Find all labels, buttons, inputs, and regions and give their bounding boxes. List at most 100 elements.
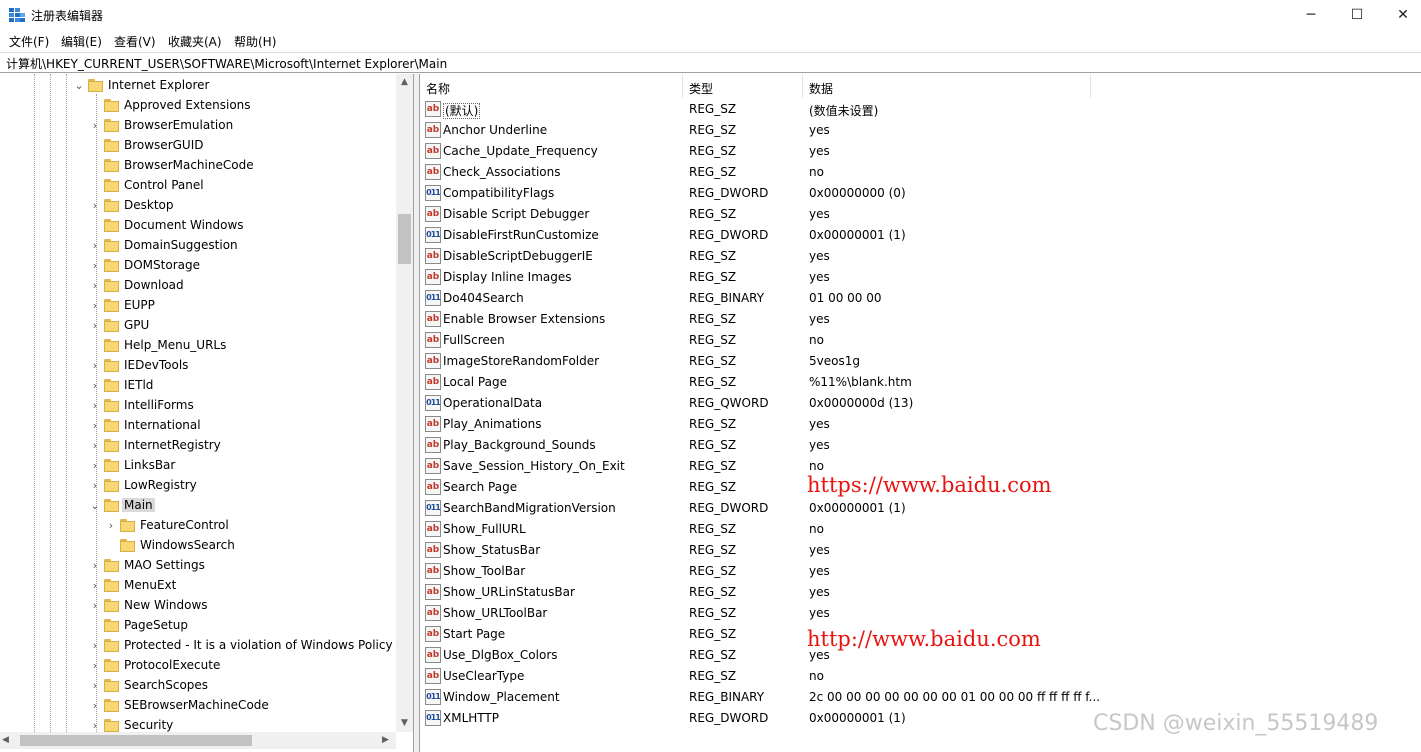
tree-item[interactable]: › LinksBar: [0, 456, 396, 476]
scroll-left-icon[interactable]: ◀: [2, 732, 16, 749]
value-row[interactable]: 011 OperationalData REG_QWORD 0x0000000d (1…: [420, 393, 1421, 414]
value-row[interactable]: ab Play_Animations REG_SZ yes: [420, 414, 1421, 435]
tree-item[interactable]: Help_Menu_URLs: [0, 336, 396, 356]
tree-vertical-scrollbar[interactable]: ▲ ▼: [396, 74, 413, 732]
chevron-right-icon[interactable]: ›: [90, 279, 100, 293]
tree-item[interactable]: › GPU: [0, 316, 396, 336]
chevron-right-icon[interactable]: ›: [90, 679, 100, 693]
tree-item[interactable]: Control Panel: [0, 176, 396, 196]
menu-file[interactable]: 文件(F): [9, 33, 49, 50]
tree-item[interactable]: › LowRegistry: [0, 476, 396, 496]
chevron-down-icon[interactable]: ⌄: [90, 499, 100, 513]
chevron-right-icon[interactable]: ›: [90, 119, 100, 133]
chevron-right-icon[interactable]: ›: [90, 239, 100, 253]
column-header-data[interactable]: 数据: [803, 74, 1091, 98]
value-row[interactable]: 011 Window_Placement REG_BINARY 2c 00 00 00…: [420, 687, 1421, 708]
menu-edit[interactable]: 编辑(E): [61, 33, 102, 50]
chevron-right-icon[interactable]: ›: [90, 699, 100, 713]
tree-item[interactable]: ⌄ Main: [0, 496, 396, 516]
value-row[interactable]: ab Enable Browser Extensions REG_SZ yes: [420, 309, 1421, 330]
scroll-down-icon[interactable]: ▼: [396, 715, 413, 732]
chevron-right-icon[interactable]: ›: [90, 599, 100, 613]
chevron-right-icon[interactable]: ›: [90, 379, 100, 393]
chevron-right-icon[interactable]: ›: [90, 439, 100, 453]
value-row[interactable]: ab Show_FullURL REG_SZ no: [420, 519, 1421, 540]
scroll-thumb[interactable]: [398, 214, 411, 264]
menu-view[interactable]: 查看(V): [114, 33, 156, 50]
chevron-right-icon[interactable]: ›: [90, 419, 100, 433]
address-bar[interactable]: 计算机\HKEY_CURRENT_USER\SOFTWARE\Microsoft…: [0, 52, 1421, 73]
column-header-name[interactable]: 名称: [420, 74, 683, 98]
value-row[interactable]: ab Display Inline Images REG_SZ yes: [420, 267, 1421, 288]
value-row[interactable]: ab UseClearType REG_SZ no: [420, 666, 1421, 687]
tree-item[interactable]: › SEBrowserMachineCode: [0, 696, 396, 716]
tree-item[interactable]: Approved Extensions: [0, 96, 396, 116]
tree-item[interactable]: BrowserMachineCode: [0, 156, 396, 176]
tree-item[interactable]: › Protected - It is a violation of Window…: [0, 636, 396, 656]
chevron-down-icon[interactable]: ⌄: [74, 79, 84, 93]
scroll-up-icon[interactable]: ▲: [396, 74, 413, 91]
value-row[interactable]: ab FullScreen REG_SZ no: [420, 330, 1421, 351]
chevron-right-icon[interactable]: ›: [90, 359, 100, 373]
scroll-right-icon[interactable]: ▶: [382, 732, 396, 749]
close-button[interactable]: ✕: [1380, 0, 1421, 30]
tree-item[interactable]: › FeatureControl: [0, 516, 396, 536]
chevron-right-icon[interactable]: ›: [90, 259, 100, 273]
tree-item[interactable]: › IETld: [0, 376, 396, 396]
tree-item[interactable]: Document Windows: [0, 216, 396, 236]
column-header-type[interactable]: 类型: [683, 74, 803, 98]
tree-item[interactable]: PageSetup: [0, 616, 396, 636]
chevron-right-icon[interactable]: ›: [106, 519, 116, 533]
tree-item[interactable]: › BrowserEmulation: [0, 116, 396, 136]
tree-item[interactable]: › ProtocolExecute: [0, 656, 396, 676]
menu-help[interactable]: 帮助(H): [234, 33, 276, 50]
tree-item[interactable]: BrowserGUID: [0, 136, 396, 156]
tree-item[interactable]: › MenuExt: [0, 576, 396, 596]
chevron-right-icon[interactable]: ›: [90, 559, 100, 573]
tree-item[interactable]: › MAO Settings: [0, 556, 396, 576]
tree-horizontal-scrollbar[interactable]: ◀ ▶: [0, 732, 396, 749]
value-row[interactable]: 011 SearchBandMigrationVersion REG_DWORD 0x…: [420, 498, 1421, 519]
value-row[interactable]: ab Local Page REG_SZ %11%\blank.htm: [420, 372, 1421, 393]
value-row[interactable]: ab (默认) REG_SZ (数值未设置): [420, 99, 1421, 120]
value-row[interactable]: 011 CompatibilityFlags REG_DWORD 0x00000000…: [420, 183, 1421, 204]
value-row[interactable]: ab Anchor Underline REG_SZ yes: [420, 120, 1421, 141]
tree-item[interactable]: WindowsSearch: [0, 536, 396, 556]
value-row[interactable]: 011 Do404Search REG_BINARY 01 00 00 00: [420, 288, 1421, 309]
chevron-right-icon[interactable]: ›: [90, 459, 100, 473]
menu-favorites[interactable]: 收藏夹(A): [168, 33, 222, 50]
tree-item[interactable]: › DomainSuggestion: [0, 236, 396, 256]
chevron-right-icon[interactable]: ›: [90, 319, 100, 333]
chevron-right-icon[interactable]: ›: [90, 299, 100, 313]
tree-item[interactable]: › Desktop: [0, 196, 396, 216]
chevron-right-icon[interactable]: ›: [90, 659, 100, 673]
scroll-thumb[interactable]: [20, 735, 252, 746]
tree-item[interactable]: › EUPP: [0, 296, 396, 316]
value-row[interactable]: ab Show_URLToolBar REG_SZ yes: [420, 603, 1421, 624]
chevron-right-icon[interactable]: ›: [90, 399, 100, 413]
chevron-right-icon[interactable]: ›: [90, 579, 100, 593]
chevron-right-icon[interactable]: ›: [90, 639, 100, 653]
value-row[interactable]: ab Check_Associations REG_SZ no: [420, 162, 1421, 183]
value-row[interactable]: ab Show_ToolBar REG_SZ yes: [420, 561, 1421, 582]
value-row[interactable]: ab ImageStoreRandomFolder REG_SZ 5veos1g: [420, 351, 1421, 372]
tree-item[interactable]: › SearchScopes: [0, 676, 396, 696]
tree-item[interactable]: › International: [0, 416, 396, 436]
maximize-button[interactable]: ☐: [1334, 0, 1380, 30]
chevron-right-icon[interactable]: ›: [90, 479, 100, 493]
tree-item[interactable]: ⌄ Internet Explorer: [0, 76, 396, 96]
chevron-right-icon[interactable]: ›: [90, 719, 100, 733]
value-row[interactable]: 011 DisableFirstRunCustomize REG_DWORD 0x00…: [420, 225, 1421, 246]
minimize-button[interactable]: ─: [1288, 0, 1334, 30]
value-row[interactable]: ab Show_StatusBar REG_SZ yes: [420, 540, 1421, 561]
tree-item[interactable]: › Download: [0, 276, 396, 296]
value-row[interactable]: ab Play_Background_Sounds REG_SZ yes: [420, 435, 1421, 456]
value-row[interactable]: ab DisableScriptDebuggerIE REG_SZ yes: [420, 246, 1421, 267]
tree-item[interactable]: › DOMStorage: [0, 256, 396, 276]
chevron-right-icon[interactable]: ›: [90, 199, 100, 213]
tree-item[interactable]: › IntelliForms: [0, 396, 396, 416]
tree-item[interactable]: › New Windows: [0, 596, 396, 616]
value-row[interactable]: ab Show_URLinStatusBar REG_SZ yes: [420, 582, 1421, 603]
tree-item[interactable]: › InternetRegistry: [0, 436, 396, 456]
tree-item[interactable]: › IEDevTools: [0, 356, 396, 376]
